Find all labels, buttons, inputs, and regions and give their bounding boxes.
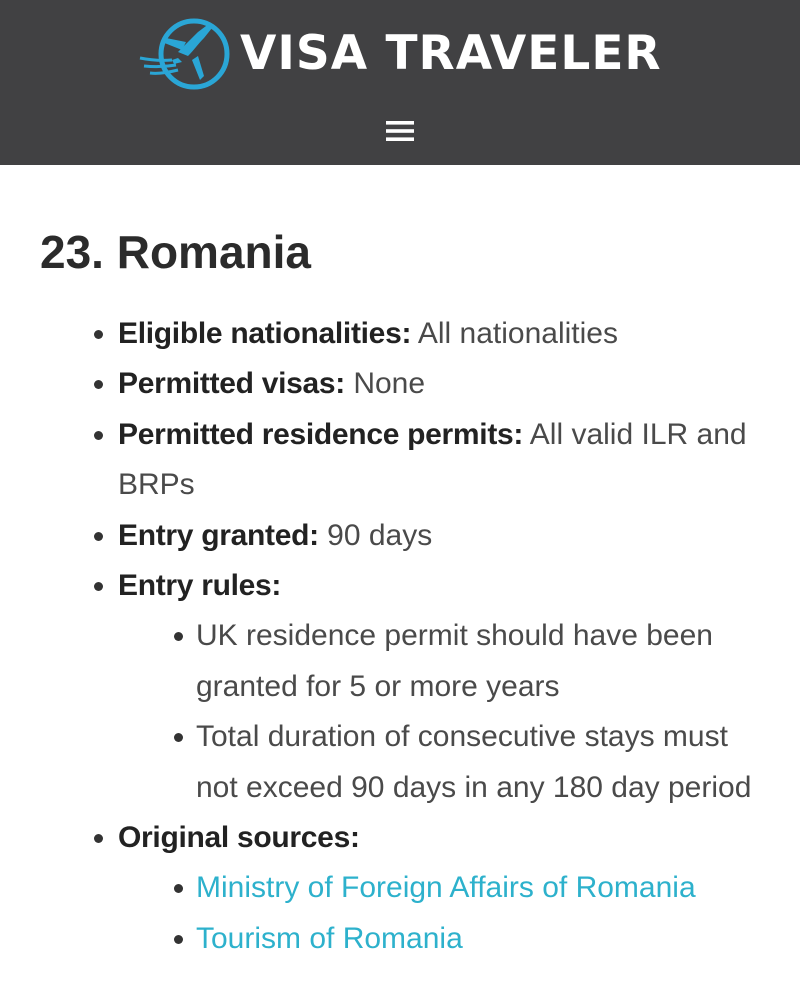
rule-text: UK residence permit should have been gra… [196,619,713,703]
sources-list: Ministry of Foreign Affairs of Romania T… [118,863,768,964]
fact-value: All nationalities [417,317,618,350]
hamburger-menu-icon [386,121,414,141]
fact-label: Entry granted: [118,518,319,552]
fact-value: 90 days [327,518,433,552]
source-link-ministry[interactable]: Ministry of Foreign Affairs of Romania [196,871,696,904]
fact-label: Eligible nationalities: [118,317,412,350]
list-item: Entry granted: 90 days [94,511,768,561]
bullet-icon [94,330,103,339]
rule-text: Total duration of consecutive stays must… [196,720,752,804]
section-heading: 23. Romania [40,222,311,282]
fact-label: Entry rules: [118,569,282,603]
section-number: 23. [40,226,104,278]
list-item: Eligible nationalities: All nationalitie… [94,309,768,359]
hamburger-menu-button[interactable] [380,114,420,148]
list-item: Tourism of Romania [174,914,768,964]
list-item: Permitted visas: None [94,359,768,409]
source-link-tourism[interactable]: Tourism of Romania [196,922,463,955]
fact-label: Permitted residence permits: [118,417,524,451]
list-item-sources: Original sources: Ministry of Foreign Af… [94,813,768,964]
bullet-icon [94,834,103,844]
list-item-entry-rules: Entry rules: UK residence permit should … [94,561,768,813]
bullet-icon [94,380,103,390]
fact-label: Permitted visas: [118,367,345,401]
site-logo[interactable]: VISA TRAVELER [138,12,662,96]
section-country: Romania [116,226,311,278]
bullet-icon [94,531,103,541]
bullet-icon [174,733,183,743]
bullet-icon [94,430,103,440]
fact-value: None [353,367,426,401]
bullet-icon [174,934,183,944]
bullet-icon [94,582,103,592]
facts-list: Eligible nationalities: All nationalitie… [94,309,768,964]
fact-label: Original sources: [118,821,360,855]
list-item: Ministry of Foreign Affairs of Romania [174,863,768,913]
list-item: UK residence permit should have been gra… [174,611,768,712]
bullet-icon [174,632,183,642]
airplane-globe-icon [139,18,230,90]
bullet-icon [174,884,183,894]
brand-name: VISA TRAVELER [240,26,662,81]
entry-rules-list: UK residence permit should have been gra… [118,611,768,813]
site-header: VISA TRAVELER [0,0,800,165]
article-content: 23. Romania Eligible nationalities: All … [0,165,800,1006]
list-item: Total duration of consecutive stays must… [174,712,768,813]
list-item: Permitted residence permits: All valid I… [94,410,768,511]
